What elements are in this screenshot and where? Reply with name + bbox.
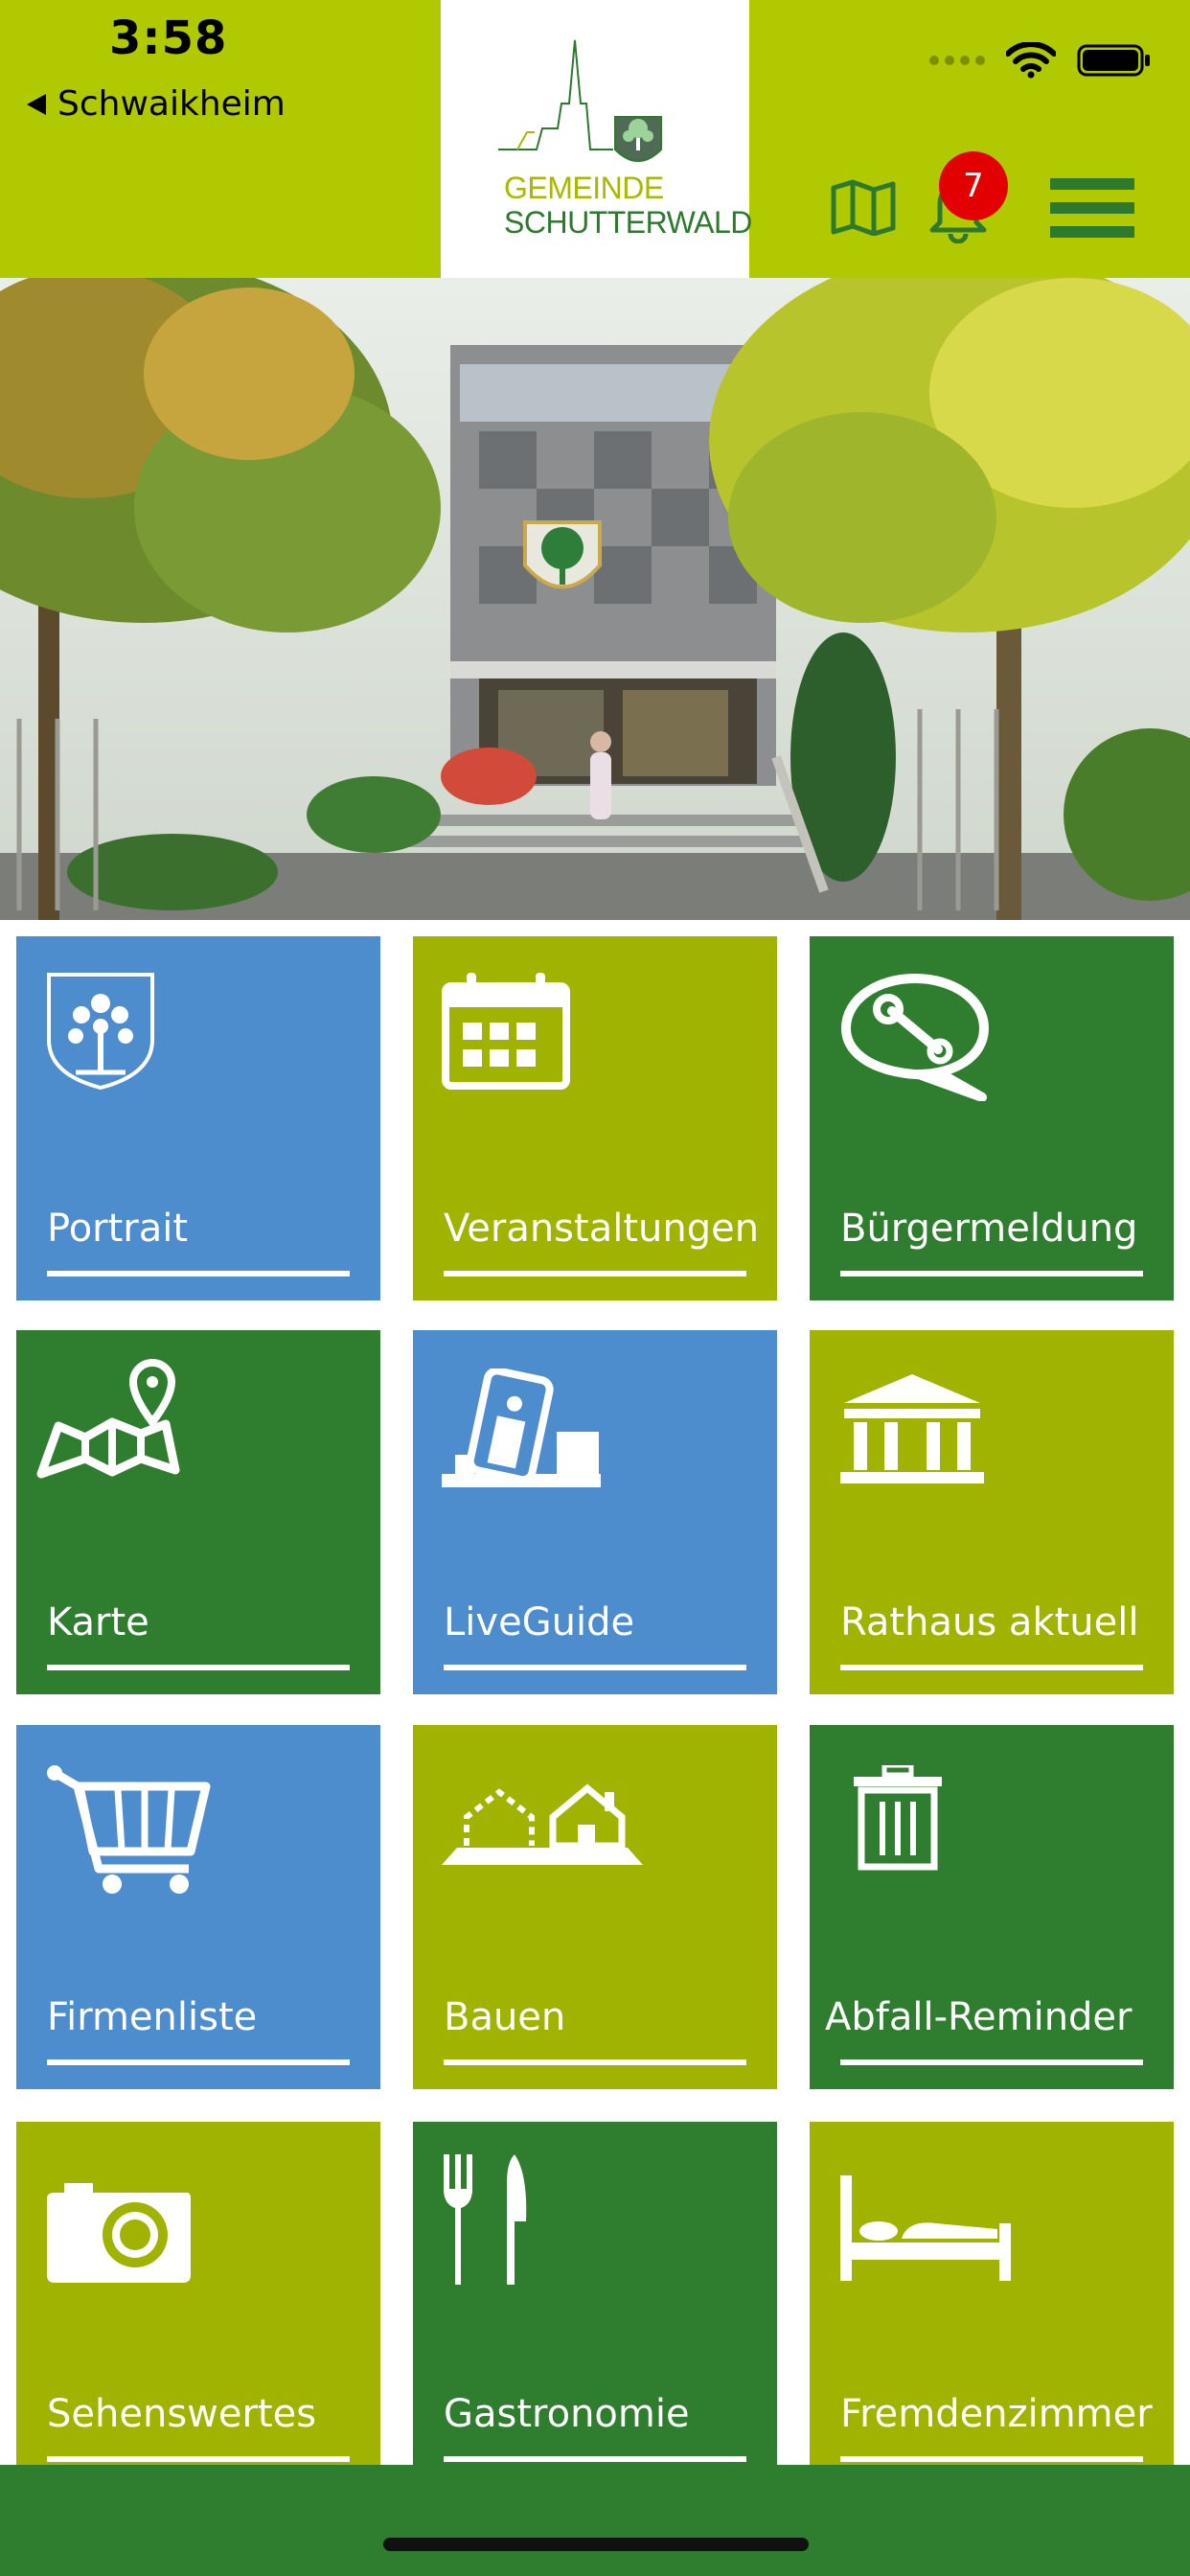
map-icon[interactable] <box>830 178 897 236</box>
tile-label: Bauen <box>444 1995 566 2039</box>
tile-gastronomie[interactable]: Gastronomie <box>413 2122 777 2486</box>
calendar-icon <box>442 973 570 1090</box>
tile-underline <box>840 1271 1143 1276</box>
tile-label: Gastronomie <box>444 2392 690 2436</box>
bottom-bar <box>0 2465 1190 2576</box>
notification-badge: 7 <box>939 151 1008 220</box>
tile-label: Bürgermeldung <box>840 1207 1138 1251</box>
tile-underline <box>840 2456 1143 2462</box>
tile-underline <box>444 2059 746 2065</box>
town-hall-icon <box>840 1374 984 1484</box>
church-skyline-icon <box>498 39 662 162</box>
tile-underline <box>47 1271 350 1276</box>
trash-can-icon <box>854 1765 942 1871</box>
status-indicators <box>929 42 1152 79</box>
logo-text-schutterwald: SCHUTTERWALD <box>504 205 752 240</box>
logo-text-gemeinde: GEMEINDE <box>504 171 664 205</box>
phone-guide-icon <box>442 1368 601 1487</box>
bed-icon <box>840 2175 1011 2281</box>
tile-buergermeldung[interactable]: Bürgermeldung <box>810 936 1174 1300</box>
home-indicator[interactable] <box>383 2538 809 2551</box>
tile-label: Abfall-Reminder <box>825 1995 1133 2039</box>
tile-label: Rathaus aktuell <box>840 1600 1139 1644</box>
municipality-logo[interactable]: GEMEINDE SCHUTTERWALD <box>441 0 752 278</box>
tile-underline <box>840 2059 1143 2065</box>
tile-label: Sehenswertes <box>47 2392 317 2436</box>
status-time: 3:58 <box>109 12 228 65</box>
tile-bauen[interactable]: Bauen <box>413 1725 777 2089</box>
tile-veranstaltungen[interactable]: Veranstaltungen <box>413 936 777 1300</box>
tile-abfall-reminder[interactable]: Abfall-Reminder <box>810 1725 1174 2089</box>
tile-underline <box>840 1665 1143 1670</box>
tile-karte[interactable]: Karte <box>16 1330 380 1694</box>
wrench-speech-bubble-icon <box>841 974 989 1101</box>
town-hall-hero-image <box>0 278 1190 920</box>
wifi-icon <box>1006 42 1056 79</box>
tile-label: Veranstaltungen <box>444 1207 760 1251</box>
hero-illustration <box>0 278 1190 920</box>
tile-underline <box>444 1665 746 1670</box>
tile-label: LiveGuide <box>444 1600 635 1644</box>
back-arrow-icon <box>27 93 46 115</box>
hamburger-menu-icon[interactable] <box>1050 178 1134 238</box>
tile-fremdenzimmer[interactable]: Fremdenzimmer <box>810 2122 1174 2486</box>
app-header: 3:58 Schwaikheim GEMEINDE SCHUTTERWALD 7 <box>0 0 1190 278</box>
tile-rathaus-aktuell[interactable]: Rathaus aktuell <box>810 1330 1174 1694</box>
tile-underline <box>47 1665 350 1670</box>
houses-icon <box>442 1783 643 1865</box>
shopping-cart-icon <box>47 1765 211 1894</box>
tile-label: Fremdenzimmer <box>840 2392 1153 2436</box>
tile-liveguide[interactable]: LiveGuide <box>413 1330 777 1694</box>
tile-firmenliste[interactable]: Firmenliste <box>16 1725 380 2089</box>
tile-label: Karte <box>47 1600 149 1644</box>
fork-knife-icon <box>444 2154 527 2285</box>
camera-icon <box>47 2183 191 2283</box>
map-pin-icon <box>36 1359 180 1479</box>
tile-sehenswertes[interactable]: Sehenswertes <box>16 2122 380 2486</box>
back-to-app-link[interactable]: Schwaikheim <box>27 84 286 124</box>
battery-icon <box>1077 44 1150 77</box>
cellular-signal-icon <box>929 56 985 65</box>
coat-of-arms-icon <box>47 973 154 1091</box>
back-link-label: Schwaikheim <box>57 84 286 124</box>
tile-portrait[interactable]: Portrait <box>16 936 380 1300</box>
tile-underline <box>47 2059 350 2065</box>
tile-label: Portrait <box>47 1207 189 1251</box>
tile-underline <box>444 1271 746 1276</box>
tile-label: Firmenliste <box>47 1995 258 2039</box>
tile-underline <box>47 2456 350 2462</box>
tile-underline <box>444 2456 746 2462</box>
